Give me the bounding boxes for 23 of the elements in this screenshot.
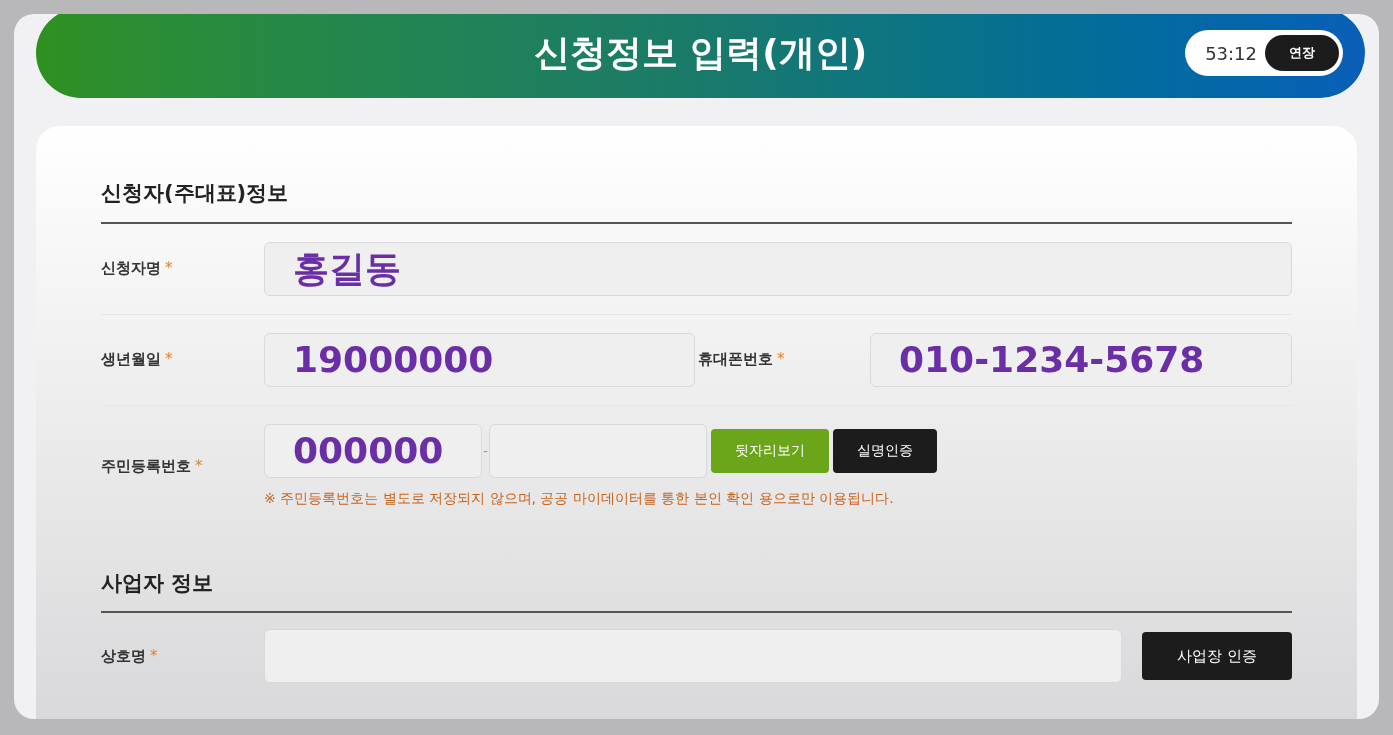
field-label: 휴대폰번호 bbox=[698, 349, 773, 371]
extend-button[interactable]: 연장 bbox=[1265, 35, 1339, 71]
separator: - bbox=[483, 441, 489, 461]
required-mark: * bbox=[777, 349, 785, 371]
field-label: 상호명 bbox=[101, 645, 146, 667]
field-label: 신청자명 bbox=[101, 258, 161, 280]
timer-text: 53:12 bbox=[1205, 41, 1257, 66]
section-title: 신청자(주대표)정보 bbox=[101, 178, 1292, 224]
input-field[interactable]: 010-1234-5678 bbox=[870, 332, 1292, 387]
required-mark: * bbox=[165, 258, 173, 280]
section-title: 사업자 정보 bbox=[101, 567, 1292, 613]
action-button[interactable]: 실명인증 bbox=[833, 428, 938, 473]
input-field[interactable]: 19000000 bbox=[264, 332, 695, 387]
input-field[interactable]: 홍길동 bbox=[264, 241, 1292, 296]
page-title: 신청정보 입력(개인) bbox=[533, 31, 868, 75]
required-mark: * bbox=[195, 455, 203, 477]
input-field[interactable]: 000000 bbox=[264, 423, 482, 478]
required-mark: * bbox=[165, 349, 173, 371]
field-label: 생년월일 bbox=[101, 349, 161, 371]
business-verify-button[interactable]: 사업장 인증 bbox=[1142, 632, 1292, 680]
notice-text: ※ 주민등록번호는 별도로 저장되지 않으며, 공공 마이데이터를 통한 본인 확인 용으로만 이용됩니다. bbox=[264, 488, 895, 508]
field-label: 주민등록번호 bbox=[101, 455, 191, 477]
required-mark: * bbox=[150, 645, 158, 667]
